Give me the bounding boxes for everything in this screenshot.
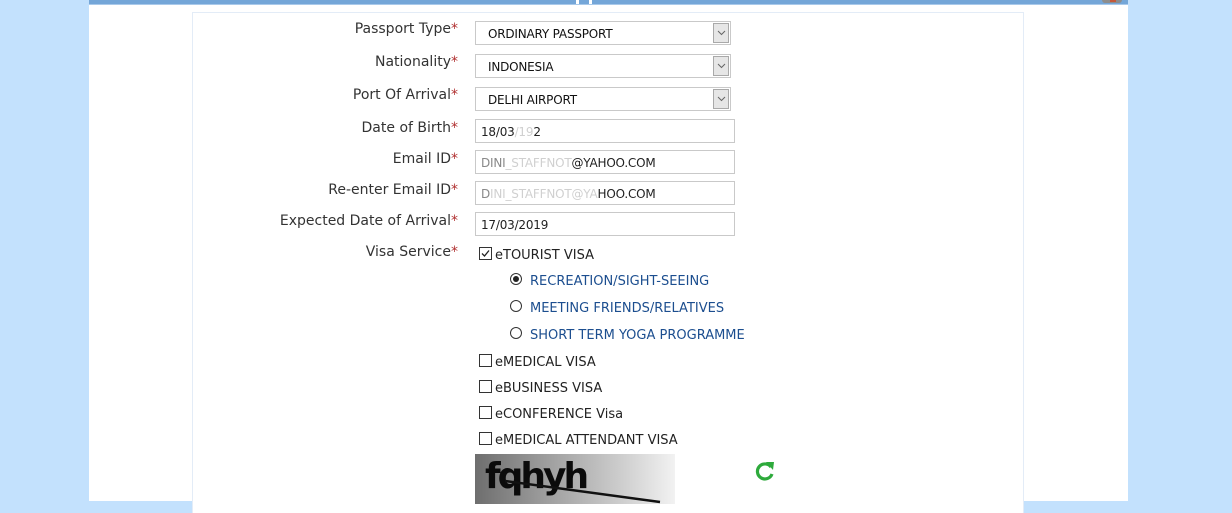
ebusiness-checkbox[interactable]	[479, 380, 492, 393]
etourist-checkbox[interactable]	[479, 247, 492, 260]
required-marker: *	[451, 21, 458, 37]
header-bar	[89, 0, 1128, 5]
port-of-arrival-label: Port Of Arrival*	[352, 87, 458, 103]
port-of-arrival-value: DELHI AIRPORT	[488, 93, 577, 107]
header-divider	[576, 0, 579, 4]
meeting-friends-radio[interactable]	[510, 300, 522, 312]
purpose-option-recreation[interactable]: RECREATION/SIGHT-SEEING	[510, 273, 709, 289]
captcha-image: fqhyh	[475, 454, 675, 504]
nationality-value: INDONESIA	[488, 60, 554, 74]
required-marker: *	[451, 151, 458, 167]
header-corner-icon	[1102, 0, 1122, 3]
emedical-label: eMEDICAL VISA	[495, 355, 596, 370]
email-value: DINI_STAFFNOT@YAHOO.COM	[481, 156, 656, 170]
required-marker: *	[451, 120, 458, 136]
visa-option-emedical[interactable]: eMEDICAL VISA	[479, 354, 596, 370]
reenter-email-label: Re-enter Email ID*	[328, 182, 458, 198]
purpose-option-meeting-friends[interactable]: MEETING FRIENDS/RELATIVES	[510, 300, 724, 316]
refresh-captcha-icon[interactable]	[753, 459, 777, 483]
reenter-email-input[interactable]: DINI_STAFFNOT@YAHOO.COM	[475, 181, 735, 205]
yoga-radio[interactable]	[510, 327, 522, 339]
recreation-radio[interactable]	[510, 273, 522, 285]
purpose-option-yoga[interactable]: SHORT TERM YOGA PROGRAMME	[510, 327, 745, 343]
nationality-label: Nationality*	[374, 54, 458, 70]
passport-type-label: Passport Type*	[354, 21, 458, 37]
application-form: Passport Type* ORDINARY PASSPORT Nationa…	[192, 12, 1024, 513]
meeting-friends-label: MEETING FRIENDS/RELATIVES	[530, 301, 725, 316]
required-marker: *	[451, 87, 458, 103]
nationality-select[interactable]: INDONESIA	[475, 54, 731, 78]
visa-option-emedical-attendant[interactable]: eMEDICAL ATTENDANT VISA	[479, 432, 678, 448]
visa-option-ebusiness[interactable]: eBUSINESS VISA	[479, 380, 602, 396]
chevron-down-icon[interactable]	[713, 89, 729, 109]
email-label: Email ID*	[392, 151, 458, 167]
yoga-label: SHORT TERM YOGA PROGRAMME	[530, 328, 745, 343]
expected-arrival-label: Expected Date of Arrival*	[279, 213, 458, 229]
econference-label: eCONFERENCE Visa	[495, 407, 624, 422]
ebusiness-label: eBUSINESS VISA	[495, 381, 603, 396]
required-marker: *	[451, 54, 458, 70]
captcha-noise-line	[504, 479, 661, 504]
emedical-checkbox[interactable]	[479, 354, 492, 367]
visa-service-label: Visa Service*	[365, 244, 458, 260]
recreation-label: RECREATION/SIGHT-SEEING	[530, 274, 710, 289]
visa-option-etourist[interactable]: eTOURIST VISA	[479, 247, 594, 263]
port-of-arrival-select[interactable]: DELHI AIRPORT	[475, 87, 731, 111]
date-of-birth-label: Date of Birth*	[361, 120, 458, 136]
econference-checkbox[interactable]	[479, 406, 492, 419]
etourist-label: eTOURIST VISA	[495, 248, 594, 263]
passport-type-value: ORDINARY PASSPORT	[488, 27, 613, 41]
passport-type-select[interactable]: ORDINARY PASSPORT	[475, 21, 731, 45]
application-page: Passport Type* ORDINARY PASSPORT Nationa…	[89, 0, 1128, 513]
emedical-attendant-label: eMEDICAL ATTENDANT VISA	[495, 433, 678, 448]
emedical-attendant-checkbox[interactable]	[479, 432, 492, 445]
visa-option-econference[interactable]: eCONFERENCE Visa	[479, 406, 623, 422]
chevron-down-icon[interactable]	[713, 56, 729, 76]
required-marker: *	[451, 213, 458, 229]
expected-arrival-input[interactable]: 17/03/2019	[475, 212, 735, 236]
required-marker: *	[451, 244, 458, 260]
email-input[interactable]: DINI_STAFFNOT@YAHOO.COM	[475, 150, 735, 174]
date-of-birth-value: 18/03/192	[481, 125, 541, 139]
reenter-email-value: DINI_STAFFNOT@YAHOO.COM	[481, 187, 656, 201]
required-marker: *	[451, 182, 458, 198]
expected-arrival-value: 17/03/2019	[481, 218, 549, 232]
chevron-down-icon[interactable]	[713, 23, 729, 43]
header-divider	[589, 0, 592, 4]
date-of-birth-input[interactable]: 18/03/192	[475, 119, 735, 143]
